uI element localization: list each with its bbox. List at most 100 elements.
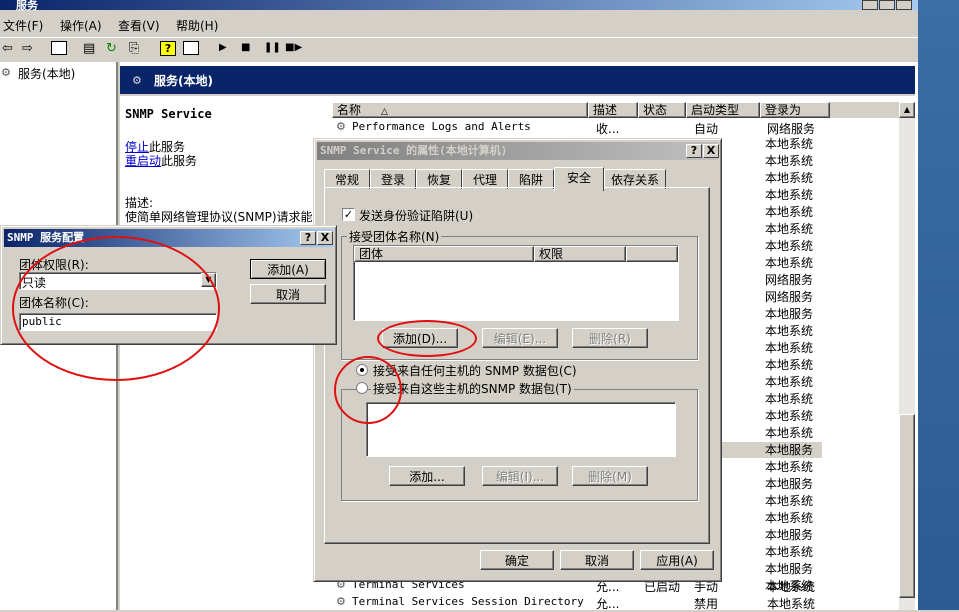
vertical-scrollbar[interactable]: ▲ (899, 102, 915, 610)
logon-cell: 本地服务 (765, 477, 814, 491)
snmp-config-dialog: SNMP 服务配置 ? X 团体权限(R): 只读 ▼ 团体名称(C): pub… (0, 225, 337, 345)
props-close-button[interactable]: X (703, 144, 719, 158)
show-tree-icon[interactable] (51, 41, 67, 55)
logon-cell: 本地系统 (765, 256, 814, 270)
chevron-down-icon[interactable]: ▼ (201, 273, 216, 287)
community-name-input[interactable]: public (19, 313, 217, 331)
props-titlebar: SNMP Service 的属性(本地计算机) (317, 142, 718, 160)
community-edit-button[interactable]: 编辑(E)... (482, 328, 558, 348)
config-add-button[interactable]: 添加(A) (250, 259, 326, 279)
apply-button[interactable]: 应用(A) (640, 550, 714, 570)
logon-cell: 本地系统 (765, 409, 814, 423)
col-header-rights[interactable]: 权限 (534, 246, 626, 262)
tab-logon[interactable]: 登录 (370, 169, 416, 189)
help-icon[interactable]: ? (160, 41, 176, 56)
community-list[interactable]: 团体 权限 (353, 245, 679, 321)
community-remove-button[interactable]: 删除(R) (572, 328, 648, 348)
community-add-button[interactable]: 添加(D)... (382, 328, 458, 348)
tab-general[interactable]: 常规 (324, 169, 370, 189)
tree-root-item[interactable]: 服务(本地) (18, 65, 75, 82)
config-close-button[interactable]: X (317, 231, 333, 245)
export-icon[interactable]: ⎘ (129, 41, 139, 56)
logon-cell: 本地系统 (765, 341, 814, 355)
logon-cell: 本地服务 (765, 528, 814, 542)
desc-text: 使简单网络管理协议(SNMP)请求能在 (125, 210, 325, 224)
service-gear-icon: ⚙ (336, 120, 346, 133)
col-header-community[interactable]: 团体 (354, 246, 534, 262)
logon-cell: 本地系统 (765, 358, 814, 372)
logon-cell: 本地服务 (765, 443, 814, 457)
send-trap-label: 发送身份验证陷阱(U) (359, 209, 474, 223)
col-header-name[interactable]: 名称 △ (332, 102, 588, 118)
hosts-remove-button[interactable]: 删除(M) (572, 466, 648, 486)
col-header-startup[interactable]: 启动类型 (686, 102, 760, 118)
content-header-title: 服务(本地) (154, 74, 213, 88)
menu-view[interactable]: 查看(V) (118, 17, 160, 34)
menu-action[interactable]: 操作(A) (60, 17, 102, 34)
props-tabstrip: 常规 登录 恢复 代理 陷阱 安全 依存关系 (324, 167, 714, 191)
service-name: SNMP Service (125, 107, 212, 121)
tab-recovery[interactable]: 恢复 (416, 169, 462, 189)
scroll-up-button[interactable]: ▲ (899, 102, 915, 118)
config-help-button[interactable]: ? (300, 231, 316, 245)
logon-cell: 本地系统 (765, 579, 814, 593)
restart-suffix: 此服务 (161, 154, 198, 168)
cancel-button[interactable]: 取消 (560, 550, 634, 570)
restart-icon[interactable]: ■▶ (285, 42, 302, 53)
rights-select[interactable]: 只读 ▼ (19, 272, 217, 290)
tab-agent[interactable]: 代理 (462, 169, 508, 189)
restart-link[interactable]: 重启动 (125, 154, 161, 168)
logon-cell: 本地系统 (765, 188, 814, 202)
logon-cell: 本地系统 (765, 324, 814, 338)
col-header-status[interactable]: 状态 (638, 102, 686, 118)
desktop-background (918, 0, 959, 610)
view-icon[interactable] (183, 41, 199, 55)
col-header-logon[interactable]: 登录为 (760, 102, 830, 118)
minimize-button[interactable] (862, 0, 878, 10)
rights-value: 只读 (22, 276, 47, 290)
stop-icon[interactable]: ■ (241, 42, 250, 53)
send-trap-checkbox[interactable]: ✓ (342, 208, 355, 221)
menu-file[interactable]: 文件(F) (3, 17, 43, 34)
tab-security[interactable]: 安全 (554, 167, 604, 191)
list-item[interactable]: ⚙ Terminal Services Session Directory 允.… (332, 594, 832, 611)
logon-cell: 本地系统 (765, 375, 814, 389)
accept-any-host-radio[interactable] (356, 364, 368, 376)
config-cancel-button[interactable]: 取消 (250, 284, 326, 304)
logon-cell: 本地服务 (765, 562, 814, 576)
row-startup: 禁用 (694, 597, 719, 611)
props-help-button[interactable]: ? (686, 144, 702, 158)
tab-page: ✓ 发送身份验证陷阱(U) 接受团体名称(N) 团体 权限 添加(D)... 编… (324, 187, 710, 544)
row-name: Terminal Services Session Directory (352, 595, 584, 608)
scroll-thumb[interactable] (899, 414, 915, 598)
col-header-desc[interactable]: 描述 (588, 102, 638, 118)
accept-these-hosts-radio[interactable] (356, 382, 368, 394)
name-label: 团体名称(C): (19, 296, 89, 310)
start-icon[interactable]: ▶ (219, 42, 227, 53)
tab-traps[interactable]: 陷阱 (508, 169, 554, 189)
logon-cell: 本地系统 (765, 392, 814, 406)
hosts-list[interactable] (366, 402, 676, 457)
toolbar: ⇦ ⇨ ▤ ↻ ⎘ ? ▶ ■ ❚❚ ■▶ (0, 37, 918, 62)
hosts-add-button[interactable]: 添加... (389, 466, 465, 486)
properties-icon[interactable]: ▤ (83, 41, 95, 56)
list-header: 名称 △ 描述 状态 启动类型 登录为 (332, 102, 914, 118)
row-startup: 自动 (694, 122, 719, 136)
logon-cell: 本地系统 (765, 205, 814, 219)
restart-service-line: 重启动此服务 (125, 152, 197, 169)
forward-icon[interactable]: ⇨ (22, 41, 33, 56)
hosts-edit-button[interactable]: 编辑(I)... (482, 466, 558, 486)
row-name: Performance Logs and Alerts (352, 120, 531, 133)
refresh-icon[interactable]: ↻ (106, 41, 117, 56)
back-icon[interactable]: ⇦ (2, 41, 13, 56)
list-item[interactable]: ⚙ Performance Logs and Alerts 收... 自动 网络… (332, 119, 832, 136)
logon-cell: 本地服务 (765, 307, 814, 321)
pause-icon[interactable]: ❚❚ (264, 42, 281, 53)
menu-help[interactable]: 帮助(H) (176, 17, 218, 34)
accepted-community-label: 接受团体名称(N) (347, 228, 442, 245)
ok-button[interactable]: 确定 (480, 550, 554, 570)
header-gear-icon: ⚙ (132, 74, 142, 87)
maximize-button[interactable] (879, 0, 895, 10)
close-button[interactable] (896, 0, 912, 10)
tab-dependencies[interactable]: 依存关系 (604, 169, 666, 189)
